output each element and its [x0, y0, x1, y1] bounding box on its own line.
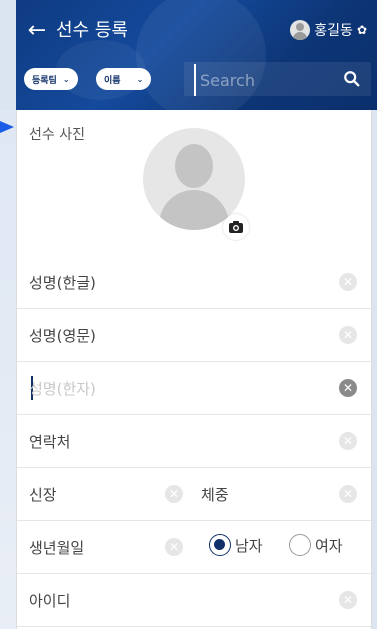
birthdate-field[interactable]: 생년월일 ✕: [17, 521, 187, 573]
clear-icon[interactable]: ✕: [339, 432, 357, 450]
photo-label: 선수 사진: [29, 127, 85, 143]
weight-field[interactable]: 체중 ✕: [189, 468, 371, 520]
outer-background: [0, 110, 16, 629]
user-avatar-icon: [290, 20, 311, 40]
clear-icon[interactable]: ✕: [339, 273, 357, 291]
avatar-body: [159, 190, 229, 230]
chevron-down-icon: ⌄: [62, 74, 70, 84]
pointer-arrow-icon: [0, 121, 14, 133]
name-korean-field[interactable]: 성명(한글) ✕: [17, 256, 371, 309]
search-box: [184, 62, 371, 96]
contact-field[interactable]: 연락처 ✕: [17, 415, 371, 468]
gender-female-label: 여자: [315, 536, 343, 555]
clear-icon[interactable]: ✕: [339, 591, 357, 609]
app-header: ← 선수 등록 홍길동 ✿ 등록팀 ⌄ 이름 ⌄: [16, 0, 377, 110]
camera-icon: [229, 221, 243, 233]
avatar-head: [175, 144, 213, 188]
name-korean-label: 성명(한글): [29, 274, 96, 292]
clear-icon[interactable]: ✕: [339, 485, 357, 503]
page-title: 선수 등록: [56, 20, 128, 41]
gear-icon[interactable]: ✿: [357, 23, 367, 37]
name-hanja-field[interactable]: 성명(한자) ✕: [17, 362, 371, 415]
gender-female-radio[interactable]: 여자: [289, 534, 343, 556]
name-hanja-placeholder: 성명(한자): [29, 380, 96, 398]
name-english-label: 성명(영문): [29, 327, 96, 345]
camera-button[interactable]: [223, 214, 249, 240]
height-label: 신장: [29, 486, 57, 504]
name-english-field[interactable]: 성명(영문) ✕: [17, 309, 371, 362]
contact-label: 연락처: [29, 433, 71, 451]
back-arrow-icon[interactable]: ←: [24, 18, 50, 44]
radio-selected-icon: [209, 534, 231, 556]
height-weight-row: 신장 ✕ 체중 ✕: [17, 468, 371, 521]
user-id-field[interactable]: 아이디 ✕: [17, 574, 371, 627]
clear-icon[interactable]: ✕: [165, 538, 183, 556]
team-filter-dropdown[interactable]: 등록팀 ⌄: [24, 68, 78, 90]
gender-male-radio[interactable]: 남자: [209, 534, 263, 556]
clear-icon[interactable]: ✕: [339, 379, 357, 397]
birthdate-label: 생년월일: [29, 539, 85, 557]
height-field[interactable]: 신장 ✕: [17, 468, 187, 520]
name-filter-label: 이름: [104, 75, 121, 86]
birthdate-gender-row: 생년월일 ✕ 남자 여자: [17, 521, 371, 574]
chevron-down-icon: ⌄: [136, 74, 144, 84]
radio-unselected-icon: [289, 534, 311, 556]
name-filter-dropdown[interactable]: 이름 ⌄: [96, 68, 152, 90]
search-icon[interactable]: [343, 70, 361, 88]
clear-icon[interactable]: ✕: [339, 326, 357, 344]
user-menu[interactable]: 홍길동 ✿: [290, 20, 367, 40]
gender-male-label: 남자: [235, 536, 263, 555]
team-filter-label: 등록팀: [32, 75, 57, 86]
user-id-label: 아이디: [29, 592, 71, 610]
registration-form: 선수 사진 성명(한글) ✕ 성명(영문) ✕ 성명(한자) ✕ 연락처 ✕ 신…: [16, 110, 372, 629]
username: 홍길동: [314, 23, 353, 39]
weight-label: 체중: [201, 486, 229, 504]
search-input[interactable]: [194, 64, 342, 96]
clear-icon[interactable]: ✕: [165, 485, 183, 503]
